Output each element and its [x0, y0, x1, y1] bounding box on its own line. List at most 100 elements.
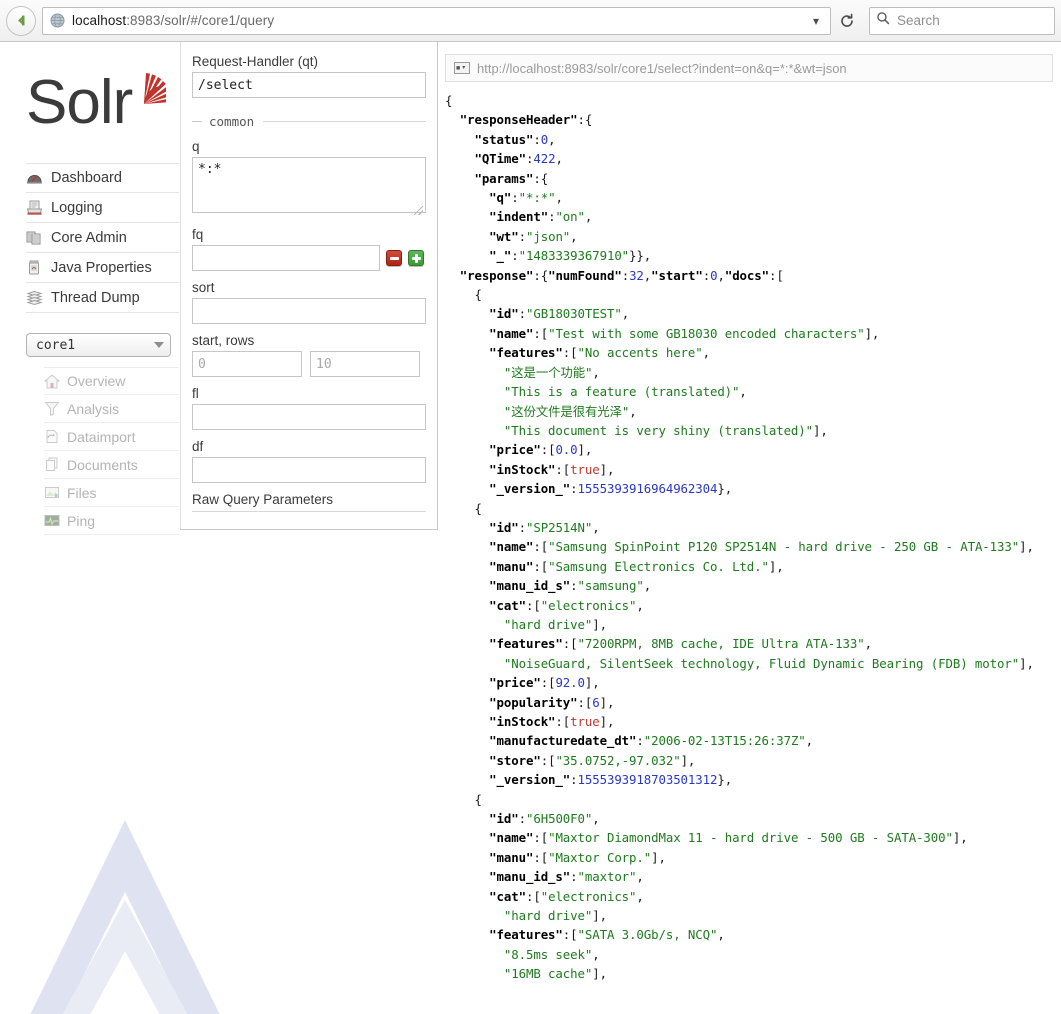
json-line: "manu_id_s":"samsung",	[489, 578, 652, 594]
json-line: "responseHeader":{	[459, 112, 593, 128]
json-line: "manu":["Maxtor Corp."],	[489, 849, 666, 865]
json-line: "id":"SP2514N",	[489, 519, 600, 535]
json-line: "response":{"numFound":32,"start":0,"doc…	[459, 267, 784, 283]
java-properties-icon	[26, 260, 43, 276]
request-url-bar[interactable]: ■ ▾ http://localhost:8983/solr/core1/sele…	[445, 54, 1053, 82]
sidebar-item-ping[interactable]: Ping	[44, 507, 179, 535]
json-line: {	[445, 287, 482, 303]
address-bar[interactable]: localhost:8983/solr/#/core1/query ▾	[42, 6, 831, 35]
sidebar-item-core-admin[interactable]: Core Admin	[26, 223, 179, 253]
sidebar-item-dataimport[interactable]: Dataimport	[44, 423, 179, 451]
sidebar-item-dashboard[interactable]: Dashboard	[26, 163, 179, 193]
sidebar-item-label: Logging	[51, 199, 103, 216]
json-line: "16MB cache"],	[503, 966, 607, 982]
chevron-down-icon[interactable]: ▾	[806, 14, 826, 28]
sidebar-item-label: Documents	[67, 456, 138, 473]
sidebar-item-label: Analysis	[67, 400, 120, 417]
fl-input[interactable]	[192, 404, 426, 430]
json-line: "id":"6H500F0",	[489, 811, 600, 827]
sidebar-item-logging[interactable]: Logging	[26, 193, 179, 223]
minus-icon	[389, 256, 399, 260]
divider-line	[263, 121, 426, 122]
sidebar-item-label: Dataimport	[67, 428, 136, 445]
request-handler-field: Request-Handler (qt)	[192, 54, 426, 98]
common-section-label: common	[209, 114, 255, 129]
core-admin-icon	[26, 230, 43, 246]
fq-row	[192, 245, 424, 271]
solr-admin-page: Solr Dashboard Logging Core Admin Java P…	[0, 42, 1061, 1014]
request-handler-input[interactable]	[192, 72, 426, 98]
json-line: "QTime":422,	[474, 151, 563, 167]
json-line: "id":"GB18030TEST",	[489, 306, 630, 322]
json-line: {	[445, 791, 482, 807]
json-line: "cat":["electronics",	[489, 888, 644, 904]
back-button[interactable]	[6, 5, 36, 36]
json-line: "_version_":1555393916964962304},	[489, 481, 733, 497]
core-selector[interactable]: core1	[26, 333, 171, 357]
solr-logo[interactable]: Solr	[26, 68, 180, 137]
fl-field: fl	[192, 386, 426, 430]
df-input[interactable]	[192, 457, 426, 483]
json-line: "name":["Samsung SpinPoint P120 SP2514N …	[489, 539, 1034, 555]
core-menu: Overview Analysis Dataimport Documents F…	[43, 367, 179, 535]
sidebar-item-analysis[interactable]: Analysis	[44, 395, 179, 423]
json-line: "_":"1483339367910"}},	[489, 248, 652, 264]
json-line: "8.5ms seek",	[503, 946, 600, 962]
start-rows-label: start, rows	[192, 333, 255, 348]
sidebar-item-thread-dump[interactable]: Thread Dump	[26, 283, 179, 313]
core-selector-button[interactable]: core1	[26, 333, 171, 357]
add-fq-button[interactable]	[408, 250, 424, 266]
df-label: df	[192, 439, 204, 454]
core-selector-value: core1	[36, 337, 76, 353]
sidebar-item-label: Ping	[67, 512, 96, 529]
back-arrow-icon	[17, 15, 24, 26]
json-line: "popularity":[6],	[489, 694, 615, 710]
json-line: "status":0,	[474, 131, 556, 147]
json-line: "manu":["Samsung Electronics Co. Ltd."],	[489, 558, 784, 574]
sidebar-item-documents[interactable]: Documents	[44, 451, 179, 479]
sidebar-item-files[interactable]: Files	[44, 479, 179, 507]
json-line: {	[445, 500, 482, 516]
apache-lucene-watermark	[10, 820, 240, 1014]
json-line: "features":["SATA 3.0Gb/s, NCQ",	[489, 927, 725, 943]
documents-icon	[44, 457, 60, 472]
json-line: "features":["7200RPM, 8MB cache, IDE Ult…	[489, 636, 872, 652]
q-input[interactable]	[192, 157, 426, 213]
svg-text:Solr: Solr	[26, 68, 133, 136]
fq-label: fq	[192, 227, 204, 242]
json-line: "_version_":1555393918703501312},	[489, 772, 733, 788]
sidebar-item-label: Files	[67, 484, 97, 501]
json-line: "indent":"on",	[489, 209, 593, 225]
dataimport-icon	[44, 429, 60, 444]
request-handler-label: Request-Handler (qt)	[192, 54, 319, 69]
solr-sunburst-icon	[144, 73, 171, 104]
url-path: :8983/solr/#/core1/query	[126, 13, 275, 28]
sort-input[interactable]	[192, 298, 426, 324]
response-panel: ■ ▾ http://localhost:8983/solr/core1/sele…	[439, 42, 1061, 1014]
external-link-icon: ■ ▾	[454, 62, 470, 74]
globe-icon	[50, 13, 65, 28]
query-form-panel: Request-Handler (qt) common q fq sort	[180, 42, 438, 530]
json-line: "hard drive"],	[503, 616, 607, 632]
remove-fq-button[interactable]	[386, 250, 402, 266]
rows-input[interactable]	[310, 351, 420, 377]
reload-icon[interactable]	[833, 13, 861, 29]
json-line: "price":[92.0],	[489, 675, 600, 691]
json-response-output: { "responseHeader":{ "status":0, "QTime"…	[445, 91, 1061, 984]
json-line: "manufacturedate_dt":"2006-02-13T15:26:3…	[489, 733, 814, 749]
url-text: localhost:8983/solr/#/core1/query	[72, 13, 806, 28]
main-menu: Dashboard Logging Core Admin Java Proper…	[26, 163, 179, 313]
start-input[interactable]	[192, 351, 302, 377]
dashboard-icon	[26, 170, 43, 186]
request-url-text: http://localhost:8983/solr/core1/select?…	[477, 60, 847, 76]
json-line: "wt":"json",	[489, 228, 578, 244]
sidebar-item-java-properties[interactable]: Java Properties	[26, 253, 179, 283]
json-line: "这是一个功能",	[503, 364, 600, 380]
sidebar-item-label: Core Admin	[51, 229, 127, 246]
sidebar-item-label: Java Properties	[51, 259, 152, 276]
divider-dash	[192, 121, 202, 122]
browser-search-box[interactable]: Search	[869, 6, 1055, 35]
sidebar-item-overview[interactable]: Overview	[43, 367, 179, 395]
fq-input[interactable]	[192, 245, 380, 271]
thread-dump-icon	[26, 290, 43, 306]
